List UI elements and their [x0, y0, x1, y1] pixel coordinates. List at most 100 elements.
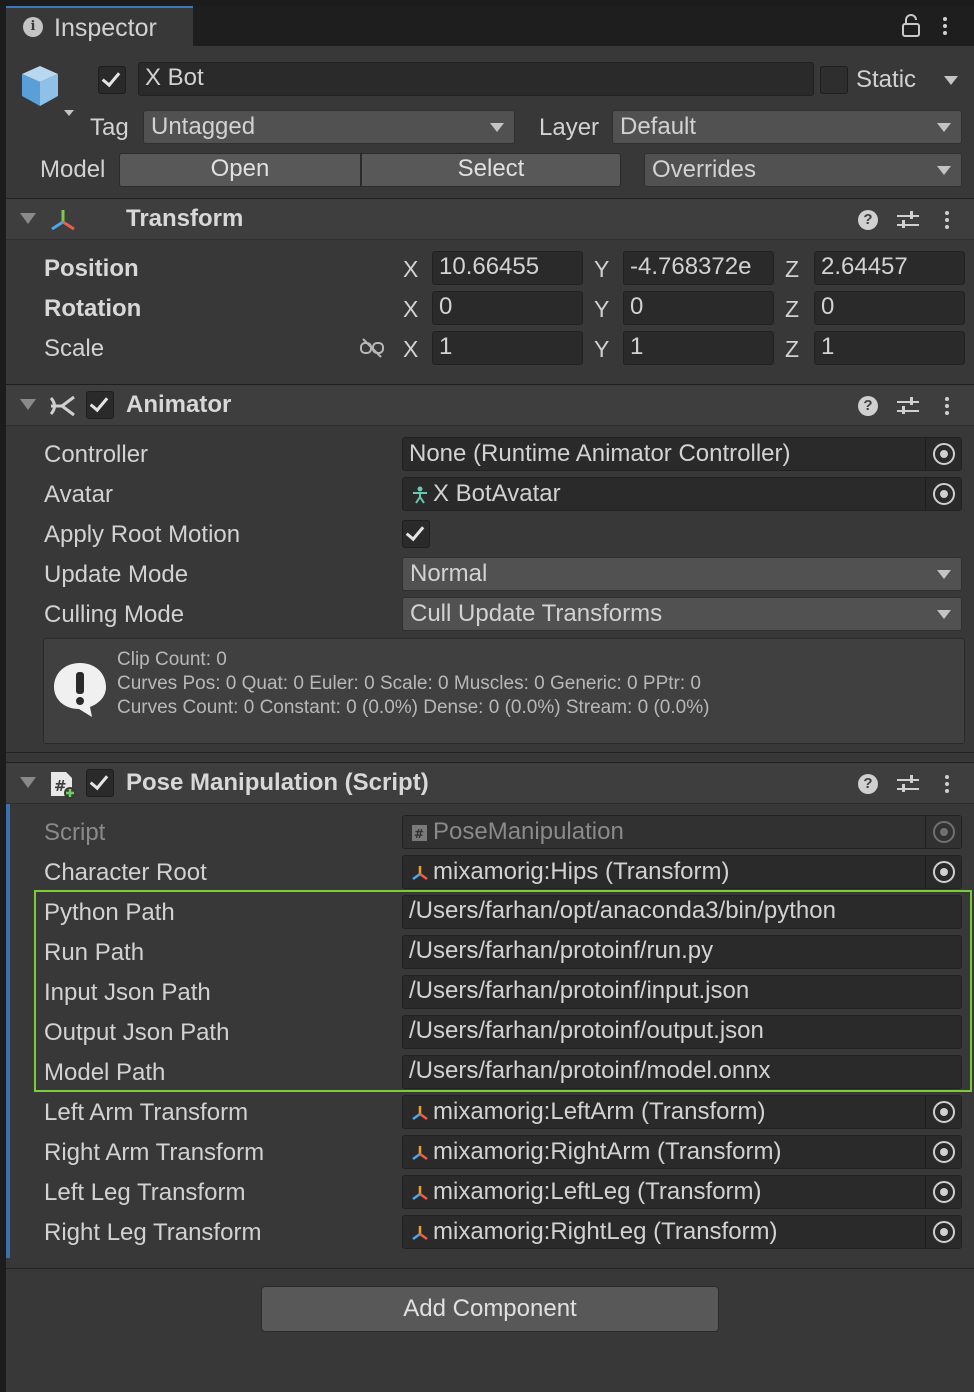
- object-picker[interactable]: [925, 1096, 961, 1128]
- open-button[interactable]: Open: [119, 153, 361, 187]
- help-icon[interactable]: ?: [858, 774, 878, 794]
- right-arm-transform-field[interactable]: mixamorig:RightArm (Transform): [402, 1135, 962, 1169]
- update-mode-dropdown[interactable]: Normal: [402, 557, 962, 591]
- tag-label: Tag: [90, 114, 129, 141]
- transform-title: Transform: [126, 205, 244, 232]
- warning-icon: [54, 663, 106, 717]
- object-picker-icon[interactable]: [933, 861, 955, 883]
- tag-dropdown[interactable]: Untagged: [143, 110, 515, 144]
- info-icon: i: [23, 17, 43, 37]
- object-picker[interactable]: [925, 478, 961, 510]
- overrides-dropdown[interactable]: Overrides: [644, 153, 962, 187]
- transform-icon: [412, 1226, 428, 1241]
- position-y-input[interactable]: -4.768372e: [623, 251, 774, 285]
- scale-z-input[interactable]: 1: [814, 331, 965, 365]
- right-arm-transform-value: mixamorig:RightArm (Transform): [433, 1138, 782, 1165]
- script-icon: #: [51, 772, 76, 799]
- static-dropdown-icon[interactable]: [944, 76, 958, 85]
- object-picker-icon: [933, 821, 955, 843]
- layer-value: Default: [620, 113, 697, 140]
- rotation-y-input[interactable]: 0: [623, 291, 774, 325]
- svg-text:#: #: [414, 827, 424, 841]
- avatar-label: Avatar: [44, 481, 113, 508]
- more-icon[interactable]: [945, 404, 949, 408]
- presets-icon[interactable]: [897, 774, 919, 794]
- animator-header[interactable]: Animator ?: [6, 384, 974, 426]
- position-label: Position: [44, 255, 139, 282]
- right-leg-transform-value: mixamorig:RightLeg (Transform): [433, 1218, 778, 1245]
- object-picker-icon[interactable]: [933, 1221, 955, 1243]
- tab-inspector[interactable]: i Inspector: [6, 6, 193, 46]
- more-icon[interactable]: [945, 218, 949, 222]
- object-picker[interactable]: [925, 1176, 961, 1208]
- unlink-icon[interactable]: [359, 337, 385, 359]
- rotation-x-input[interactable]: 0: [432, 291, 583, 325]
- layer-dropdown[interactable]: Default: [612, 110, 962, 144]
- object-picker-icon[interactable]: [933, 1181, 955, 1203]
- animator-enabled-checkbox[interactable]: [86, 391, 114, 419]
- avatar-value: X BotAvatar: [433, 480, 561, 507]
- scale-y-input[interactable]: 1: [623, 331, 774, 365]
- clip-count-text: Clip Count: 0: [117, 649, 227, 670]
- presets-icon[interactable]: [897, 396, 919, 416]
- object-picker[interactable]: [925, 1136, 961, 1168]
- controller-value: None (Runtime Animator Controller): [409, 440, 791, 467]
- axis-x-label: X: [403, 256, 419, 282]
- help-icon[interactable]: ?: [858, 210, 878, 230]
- animator-icon: [49, 395, 75, 417]
- pose-manipulation-header[interactable]: # Pose Manipulation (Script) ?: [6, 762, 974, 804]
- object-picker-icon[interactable]: [933, 1141, 955, 1163]
- pose-manipulation-title: Pose Manipulation (Script): [126, 769, 429, 796]
- character-root-field[interactable]: mixamorig:Hips (Transform): [402, 855, 962, 889]
- left-arm-transform-field[interactable]: mixamorig:LeftArm (Transform): [402, 1095, 962, 1129]
- left-leg-transform-value: mixamorig:LeftLeg (Transform): [433, 1178, 762, 1205]
- avatar-field[interactable]: X BotAvatar: [402, 477, 962, 511]
- right-leg-transform-field[interactable]: mixamorig:RightLeg (Transform): [402, 1215, 962, 1249]
- cube-icon[interactable]: [18, 62, 76, 120]
- overrides-label: Overrides: [652, 156, 757, 183]
- culling-mode-dropdown[interactable]: Cull Update Transforms: [402, 597, 962, 631]
- curves-count-text: Curves Count: 0 Constant: 0 (0.0%) Dense…: [117, 697, 710, 718]
- lock-icon[interactable]: [901, 14, 921, 38]
- more-icon[interactable]: [945, 782, 949, 786]
- position-x-input[interactable]: 10.66455: [432, 251, 583, 285]
- divider: [6, 752, 974, 753]
- culling-mode-label: Culling Mode: [44, 601, 185, 628]
- controller-field[interactable]: None (Runtime Animator Controller): [402, 437, 962, 471]
- axis-y-label: Y: [594, 256, 610, 282]
- left-leg-transform-label: Left Leg Transform: [44, 1179, 246, 1206]
- object-picker-icon[interactable]: [933, 1101, 955, 1123]
- axis-x-label: X: [403, 336, 419, 362]
- foldout-arrow-icon[interactable]: [20, 213, 36, 224]
- scale-x-input[interactable]: 1: [432, 331, 583, 365]
- object-picker-icon[interactable]: [933, 443, 955, 465]
- more-icon[interactable]: [943, 24, 947, 28]
- pose-manipulation-enabled-checkbox[interactable]: [86, 769, 114, 797]
- transform-icon: [412, 1146, 428, 1161]
- presets-icon[interactable]: [897, 210, 919, 230]
- object-picker[interactable]: [925, 438, 961, 470]
- chevron-down-icon: [937, 166, 951, 175]
- object-picker[interactable]: [925, 1216, 961, 1248]
- select-button[interactable]: Select: [361, 153, 621, 187]
- position-z-input[interactable]: 2.64457: [814, 251, 965, 285]
- object-name-input[interactable]: X Bot: [138, 62, 814, 96]
- foldout-arrow-icon[interactable]: [20, 399, 36, 410]
- static-checkbox[interactable]: [820, 66, 848, 94]
- transform-icon: [412, 1186, 428, 1201]
- help-icon[interactable]: ?: [858, 396, 878, 416]
- update-mode-value: Normal: [410, 560, 488, 587]
- foldout-arrow-icon[interactable]: [20, 777, 36, 788]
- transform-header[interactable]: Transform ?: [6, 198, 974, 240]
- object-picker[interactable]: [925, 856, 961, 888]
- object-picker-icon[interactable]: [933, 483, 955, 505]
- left-arm-transform-value: mixamorig:LeftArm (Transform): [433, 1098, 766, 1125]
- script-value: PoseManipulation: [433, 818, 624, 845]
- rotation-z-input[interactable]: 0: [814, 291, 965, 325]
- left-leg-transform-field[interactable]: mixamorig:LeftLeg (Transform): [402, 1175, 962, 1209]
- active-checkbox[interactable]: [98, 66, 126, 94]
- add-component-button[interactable]: Add Component: [261, 1286, 719, 1332]
- transform-icon: [51, 210, 75, 231]
- apply-root-motion-checkbox[interactable]: [402, 520, 430, 548]
- script-file-icon: #: [412, 825, 427, 841]
